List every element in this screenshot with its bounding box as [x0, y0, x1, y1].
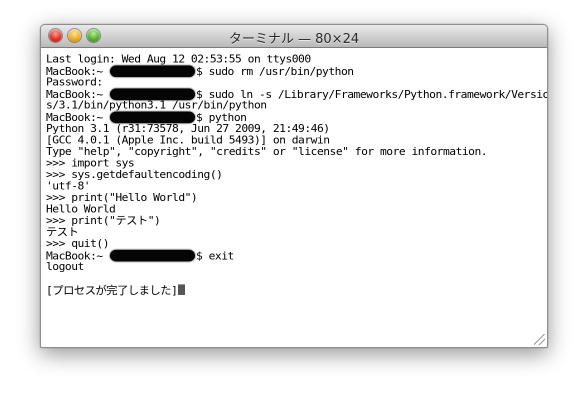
terminal-line: s/3.1/bin/python3.1 /usr/bin/python	[46, 99, 267, 112]
redacted-username	[110, 250, 196, 262]
resize-grip[interactable]	[534, 334, 545, 345]
terminal-output[interactable]: Last login: Wed Aug 12 02:53:55 on ttys0…	[46, 53, 547, 335]
terminal-window: ターミナル — 80×24 Last login: Wed Aug 12 02:…	[40, 24, 548, 348]
terminal-line: テスト	[46, 226, 79, 239]
redacted-username	[110, 65, 196, 78]
terminal-line: >>> print("Hello World")	[46, 191, 198, 204]
title-bar[interactable]: ターミナル — 80×24	[41, 25, 547, 48]
terminal-line: [プロセスが完了しました]	[46, 284, 543, 297]
terminal-line: MacBook:~ $ sudo rm /usr/bin/python	[46, 65, 354, 79]
terminal-line: >>> print("テスト")	[46, 214, 161, 228]
terminal-line: logout	[46, 260, 84, 274]
terminal-line: MacBook:~ $ exit	[46, 250, 234, 263]
terminal-line: >>> quit()	[46, 237, 110, 251]
window-title: ターミナル — 80×24	[228, 32, 360, 47]
terminal-line: >>> sys.getdefaultencoding()	[46, 168, 223, 181]
text-cursor	[178, 284, 186, 296]
terminal-line: Password:	[46, 76, 103, 89]
terminal-line: Last login: Wed Aug 12 02:53:55 on ttys0…	[46, 53, 311, 66]
